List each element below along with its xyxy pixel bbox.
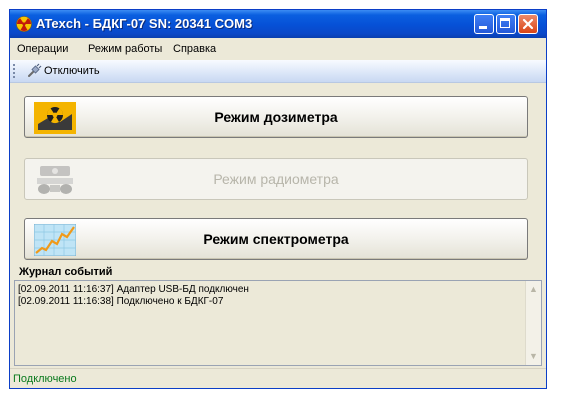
close-button[interactable] xyxy=(518,14,538,34)
minimize-button[interactable] xyxy=(474,14,494,34)
disconnect-button[interactable]: Отключить xyxy=(44,65,100,77)
status-bar: Подключено xyxy=(10,368,546,388)
event-log-lines: [02.09.2011 11:16:37] Адаптер USB-БД под… xyxy=(18,284,249,308)
title-bar[interactable]: ATexch - БДКГ-07 SN: 20341 COM3 xyxy=(10,10,546,38)
log-entry: [02.09.2011 11:16:37] Адаптер USB-БД под… xyxy=(18,284,249,295)
plug-icon xyxy=(28,63,42,77)
spectrometer-mode-label: Режим спектрометра xyxy=(203,231,349,247)
radiometer-mode-button[interactable]: Режим радиометра xyxy=(24,158,528,200)
minimize-icon xyxy=(479,26,487,29)
event-log-title: Журнал событий xyxy=(19,266,113,278)
radiometer-mode-label: Режим радиометра xyxy=(213,171,339,187)
dosimeter-mode-button[interactable]: Режим дозиметра xyxy=(24,96,528,138)
menu-help[interactable]: Справка xyxy=(173,43,216,55)
spectrometer-mode-button[interactable]: Режим спектрометра xyxy=(24,218,528,260)
toolbar-grip-handle[interactable] xyxy=(13,64,15,78)
maximize-icon xyxy=(500,18,510,28)
event-log[interactable]: [02.09.2011 11:16:37] Адаптер USB-БД под… xyxy=(14,280,542,366)
scroll-up-arrow-icon[interactable]: ▲ xyxy=(529,285,538,294)
toolbar: Отключить xyxy=(10,60,546,83)
menu-work-mode[interactable]: Режим работы xyxy=(88,43,162,55)
scroll-down-arrow-icon[interactable]: ▼ xyxy=(529,352,538,361)
window-title: ATexch - БДКГ-07 SN: 20341 COM3 xyxy=(36,16,253,31)
connection-status: Подключено xyxy=(13,373,77,385)
dosimeter-mode-label: Режим дозиметра xyxy=(214,109,338,125)
close-icon xyxy=(522,18,534,30)
menu-bar: Операции Режим работы Справка xyxy=(10,38,546,60)
menu-operations[interactable]: Операции xyxy=(17,43,68,55)
app-window: ATexch - БДКГ-07 SN: 20341 COM3 Операции… xyxy=(9,9,547,389)
log-entry: [02.09.2011 11:16:38] Подключено к БДКГ-… xyxy=(18,296,224,307)
maximize-button[interactable] xyxy=(496,14,516,34)
log-scrollbar[interactable]: ▲ ▼ xyxy=(525,281,541,365)
radiation-app-icon xyxy=(16,16,32,32)
